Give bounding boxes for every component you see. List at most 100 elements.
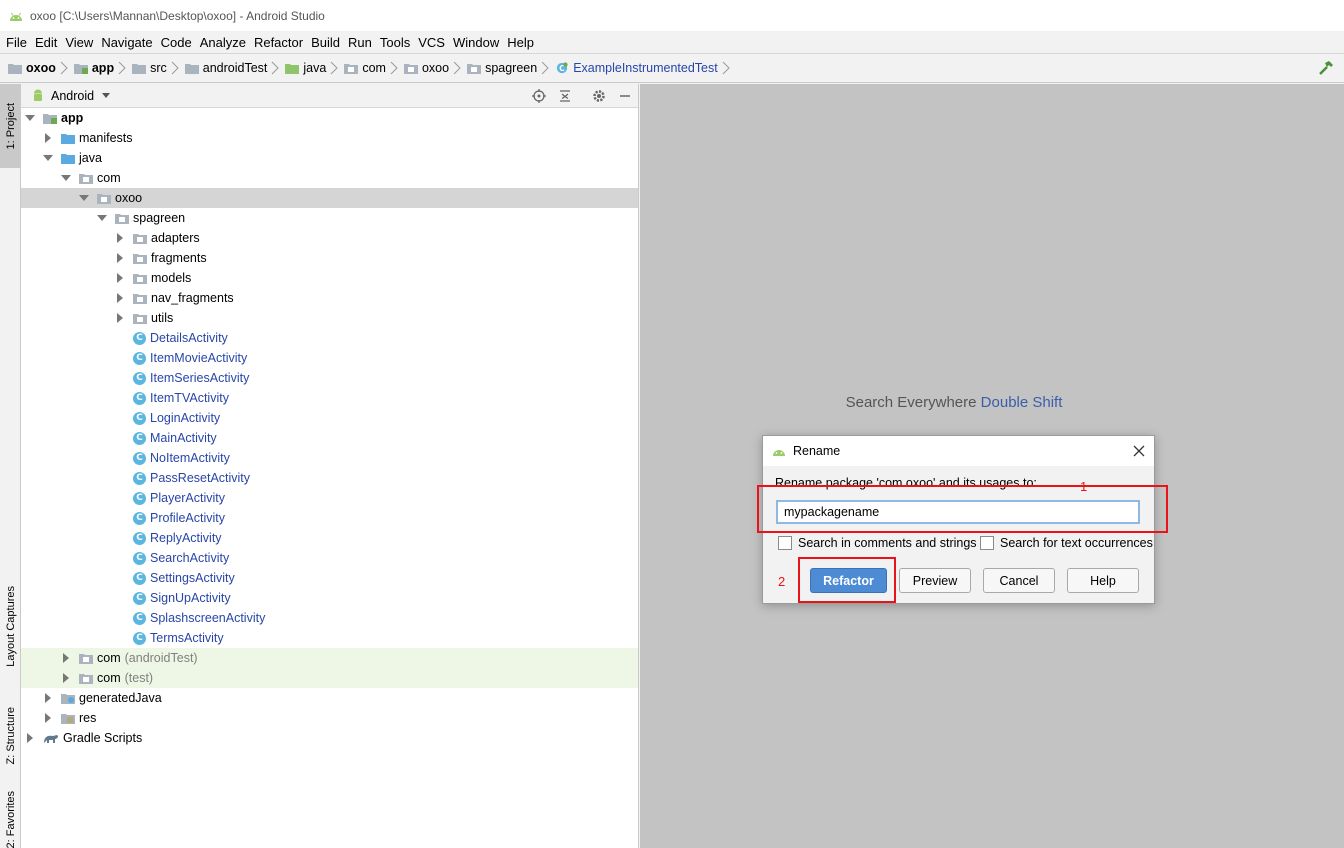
collapsed-arrow-icon[interactable] [115,293,125,303]
search-comments-checkbox[interactable]: Search in comments and strings [778,536,977,550]
collapsed-arrow-icon[interactable] [115,273,125,283]
menu-file[interactable]: File [2,35,31,50]
tree-item-gradle-scripts[interactable]: Gradle Scripts [21,728,638,748]
class-icon: C [133,531,146,545]
menu-view[interactable]: View [61,35,97,50]
tree-class-item[interactable]: C DetailsActivity [21,328,638,348]
tree-class-item[interactable]: C ItemSeriesActivity [21,368,638,388]
menu-code[interactable]: Code [157,35,196,50]
breadcrumb-item-oxoo[interactable]: oxoo [8,54,74,82]
menu-refactor[interactable]: Refactor [250,35,307,50]
tree-class-item[interactable]: C NoItemActivity [21,448,638,468]
tree-class-item[interactable]: C ItemTVActivity [21,388,638,408]
tool-tab-favorites[interactable]: 2: Favorites [0,791,21,848]
breadcrumb-item-java[interactable]: java [285,54,344,82]
cancel-button[interactable]: Cancel [983,568,1055,593]
tree-item-oxoo[interactable]: oxoo [21,188,638,208]
gear-icon[interactable] [591,88,607,104]
tree-class-item[interactable]: C MainActivity [21,428,638,448]
menu-navigate[interactable]: Navigate [97,35,156,50]
breadcrumb-item-oxoo-package[interactable]: oxoo [403,54,467,82]
collapsed-arrow-icon[interactable] [115,233,125,243]
breadcrumb-item-src[interactable]: src [132,54,185,82]
breadcrumb-item-com[interactable]: com [344,54,404,82]
menu-vcs[interactable]: VCS [414,35,449,50]
minimize-icon[interactable] [617,88,633,104]
tree-item-com-androidtest[interactable]: com (androidTest) [21,648,638,668]
package-icon [79,654,93,664]
checkbox[interactable] [778,536,792,550]
test-class-icon: C [557,62,568,74]
collapse-all-icon[interactable] [557,88,573,104]
tree-class-item[interactable]: C PassResetActivity [21,468,638,488]
tree-class-item[interactable]: C TermsActivity [21,628,638,648]
menu-run[interactable]: Run [344,35,376,50]
tool-tab-project[interactable]: 1: Project [0,84,21,168]
project-view-mode[interactable]: Android [51,89,94,103]
collapsed-arrow-icon[interactable] [43,133,53,143]
tree-class-item[interactable]: C ProfileActivity [21,508,638,528]
tree-class-item[interactable]: C ItemMovieActivity [21,348,638,368]
tree-class-item[interactable]: C SignUpActivity [21,588,638,608]
folder-icon [61,134,75,144]
search-text-checkbox[interactable]: Search for text occurrences [980,536,1153,550]
tree-item-res[interactable]: res [21,708,638,728]
expanded-arrow-icon[interactable] [79,193,89,203]
breadcrumb-item-app[interactable]: app [73,54,132,82]
package-icon [344,64,359,74]
chevron-right-icon [60,61,68,75]
tree-item-manifests[interactable]: manifests [21,128,638,148]
expanded-arrow-icon[interactable] [43,153,53,163]
breadcrumb-item-spagreen[interactable]: spagreen [467,54,555,82]
tree-item-adapters[interactable]: adapters [21,228,638,248]
tree-item-app[interactable]: app [21,108,638,128]
menu-analyze[interactable]: Analyze [196,35,250,50]
menu-build[interactable]: Build [307,35,344,50]
breadcrumb-item-exampleinstrumentedtest[interactable]: C ExampleInstrumentedTest [555,54,736,82]
collapsed-arrow-icon[interactable] [115,253,125,263]
tree-item-spagreen[interactable]: spagreen [21,208,638,228]
tree-item-models[interactable]: models [21,268,638,288]
tree-class-item[interactable]: C ReplyActivity [21,528,638,548]
tree-item-java[interactable]: java [21,148,638,168]
tool-tab-structure[interactable]: Z: Structure [0,694,21,778]
package-icon [133,314,147,324]
tree-class-item[interactable]: C SplashscreenActivity [21,608,638,628]
tree-item-nav-fragments[interactable]: nav_fragments [21,288,638,308]
breadcrumb-item-androidtest[interactable]: androidTest [184,54,286,82]
close-icon[interactable] [1132,444,1146,458]
chevron-right-icon [171,61,179,75]
tree-item-generatedjava[interactable]: generatedJava [21,688,638,708]
menu-tools[interactable]: Tools [376,35,414,50]
menu-edit[interactable]: Edit [31,35,61,50]
module-folder-icon [43,114,57,124]
collapsed-arrow-icon[interactable] [61,673,71,683]
checkbox[interactable] [980,536,994,550]
collapsed-arrow-icon[interactable] [115,313,125,323]
chevron-down-icon[interactable] [102,92,111,99]
project-panel-header: Android [21,84,638,108]
locate-icon[interactable] [531,88,547,104]
expanded-arrow-icon[interactable] [97,213,107,223]
tree-item-fragments[interactable]: fragments [21,248,638,268]
preview-button[interactable]: Preview [899,568,971,593]
tree-class-item[interactable]: C SettingsActivity [21,568,638,588]
menu-window[interactable]: Window [449,35,503,50]
menu-help[interactable]: Help [503,35,538,50]
collapsed-arrow-icon[interactable] [43,693,53,703]
help-button[interactable]: Help [1067,568,1139,593]
tree-item-utils[interactable]: utils [21,308,638,328]
expanded-arrow-icon[interactable] [61,173,71,183]
tree-item-com[interactable]: com [21,168,638,188]
expanded-arrow-icon[interactable] [25,113,35,123]
tree-class-item[interactable]: C SearchActivity [21,548,638,568]
tree-class-item[interactable]: C LoginActivity [21,408,638,428]
tree-class-item[interactable]: C PlayerActivity [21,488,638,508]
tree-item-com-test[interactable]: com (test) [21,668,638,688]
tool-tab-layout-captures[interactable]: Layout Captures [0,574,21,678]
collapsed-arrow-icon[interactable] [25,733,35,743]
collapsed-arrow-icon[interactable] [61,653,71,663]
collapsed-arrow-icon[interactable] [43,713,53,723]
build-hammer-icon[interactable] [1318,60,1334,76]
package-icon [133,234,147,244]
